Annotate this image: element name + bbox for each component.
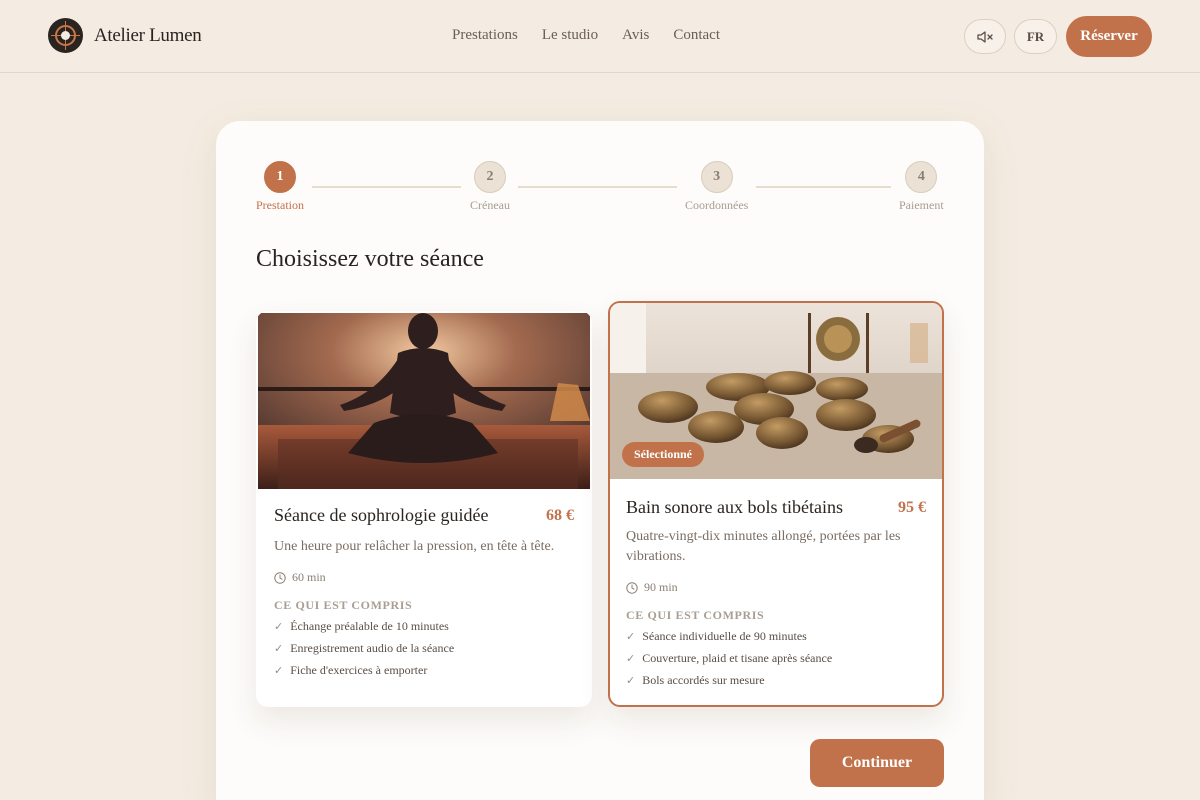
step-label: Créneau xyxy=(470,198,510,212)
check-icon: ✓ xyxy=(626,674,636,687)
step-number: 3 xyxy=(700,161,733,193)
nav-link-studio[interactable]: Le studio xyxy=(542,27,598,44)
nav-link-prestations[interactable]: Prestations xyxy=(452,27,518,44)
step-number: 4 xyxy=(905,161,938,193)
list-item: ✓ Séance individuelle de 90 minutes xyxy=(626,628,807,643)
step-number: 1 xyxy=(264,161,296,193)
continue-button[interactable]: Continuer xyxy=(810,739,944,787)
main-nav: Prestations Le studio Avis Contact xyxy=(452,27,720,44)
service-duration: 60 min xyxy=(274,570,326,585)
step-number: 2 xyxy=(473,161,506,193)
brand-name: Atelier Lumen xyxy=(94,24,202,46)
booking-panel: 1 Prestation 2 Créneau 3 Coordonnées 4 P… xyxy=(216,121,984,800)
clock-icon xyxy=(274,571,286,584)
service-price: 68 € xyxy=(546,507,574,524)
list-item: ✓ Échange préalable de 10 minutes xyxy=(274,618,449,633)
step-label: Paiement xyxy=(899,198,944,212)
service-card-bain-sonore[interactable]: Sélectionné Bain sonore aux bols tibétai… xyxy=(608,301,944,707)
clock-icon xyxy=(626,581,638,594)
speaker-muted-icon xyxy=(976,30,993,43)
check-icon: ✓ xyxy=(274,642,284,655)
step-coordonnees[interactable]: 3 Coordonnées xyxy=(685,161,748,213)
included-list: ✓ Séance individuelle de 90 minutes ✓ Couv… xyxy=(626,625,832,691)
check-icon: ✓ xyxy=(626,652,636,665)
check-icon: ✓ xyxy=(274,664,284,677)
check-icon: ✓ xyxy=(626,630,636,643)
list-item: ✓ Couverture, plaid et tisane après séanc… xyxy=(626,650,833,665)
step-prestation[interactable]: 1 Prestation xyxy=(256,161,304,213)
header-actions: FR Réserver xyxy=(964,16,1152,57)
service-duration: 90 min xyxy=(626,580,678,595)
included-title: CE QUI EST COMPRIS xyxy=(626,608,765,622)
service-description: Quatre-vingt-dix minutes allongé, portée… xyxy=(626,529,901,564)
nav-link-contact[interactable]: Contact xyxy=(673,27,720,44)
list-item: ✓ Fiche d'exercices à emporter xyxy=(274,662,428,677)
service-name: Séance de sophrologie guidée xyxy=(274,505,489,525)
sun-target-logo-icon xyxy=(48,18,83,53)
language-button[interactable]: FR xyxy=(1014,19,1057,54)
included-title: CE QUI EST COMPRIS xyxy=(274,598,413,612)
duration-label: 60 min xyxy=(292,570,326,584)
list-item: ✓ Bols accordés sur mesure xyxy=(626,672,765,687)
list-item: ✓ Enregistrement audio de la séance xyxy=(274,640,455,655)
mute-button[interactable] xyxy=(964,19,1006,54)
booking-stepper: 1 Prestation 2 Créneau 3 Coordonnées 4 P… xyxy=(216,121,984,221)
site-header: Atelier Lumen Prestations Le studio Avis… xyxy=(0,0,1200,73)
step-label: Prestation xyxy=(256,198,304,212)
stepper-connector xyxy=(518,186,677,188)
duration-label: 90 min xyxy=(644,580,678,594)
nav-link-avis[interactable]: Avis xyxy=(622,27,649,44)
service-price: 95 € xyxy=(898,499,926,516)
included-list: ✓ Échange préalable de 10 minutes ✓ Enregi… xyxy=(274,615,454,681)
page-title: Choisissez votre séance xyxy=(256,246,484,272)
service-name: Bain sonore aux bols tibétains xyxy=(626,497,843,517)
check-icon: ✓ xyxy=(274,620,284,633)
step-creneau[interactable]: 2 Créneau xyxy=(470,161,510,213)
step-paiement[interactable]: 4 Paiement xyxy=(899,161,944,213)
stepper-connector xyxy=(312,186,461,188)
service-description: Une heure pour relâcher la pression, en … xyxy=(274,539,555,554)
reserve-button[interactable]: Réserver xyxy=(1066,16,1152,57)
selected-badge: Sélectionné xyxy=(622,442,704,467)
step-label: Coordonnées xyxy=(685,198,749,212)
brand[interactable]: Atelier Lumen xyxy=(48,18,202,53)
meditation-silhouette-photo xyxy=(258,313,590,489)
service-card-sophrologie[interactable]: Séance de sophrologie guidée 68 € Une he… xyxy=(256,311,592,707)
stepper-connector xyxy=(756,186,891,188)
